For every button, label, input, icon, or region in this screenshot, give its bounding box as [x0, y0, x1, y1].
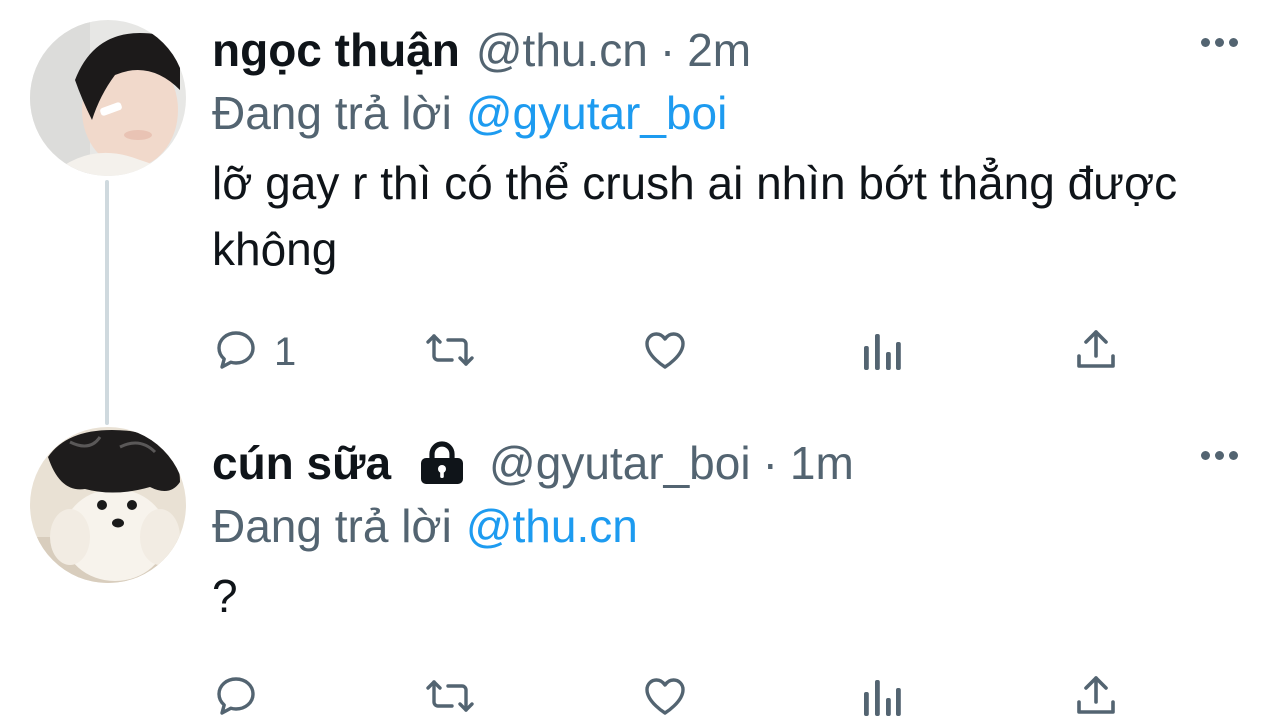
replying-label: Đang trả lời	[212, 87, 452, 139]
timestamp[interactable]: 2m	[687, 23, 751, 77]
retweet-icon	[422, 326, 478, 379]
share-icon	[1072, 326, 1120, 379]
more-icon[interactable]	[1201, 38, 1238, 47]
tweet-1[interactable]: ngọc thuận @thu.cn · 2m Đang trả lời @gy…	[212, 20, 1244, 282]
heart-icon	[640, 326, 690, 379]
share-button[interactable]	[1072, 673, 1120, 723]
thread-line	[105, 180, 109, 425]
display-name[interactable]: cún sữa	[212, 436, 391, 490]
lock-icon	[417, 441, 467, 485]
tweet-text: ?	[212, 570, 238, 622]
reply-icon	[212, 672, 260, 725]
mention-link[interactable]: @gyutar_boi	[466, 86, 728, 140]
replying-to: Đang trả lời @gyutar_boi	[212, 80, 1244, 146]
separator: ·	[762, 437, 778, 489]
like-button[interactable]	[640, 673, 690, 723]
avatar-cun-sua[interactable]	[30, 427, 186, 583]
share-icon	[1072, 672, 1120, 725]
tweet-actions: 1	[212, 327, 1132, 377]
share-button[interactable]	[1072, 327, 1120, 377]
reply-button[interactable]: 1	[212, 327, 296, 377]
analytics-icon	[860, 672, 904, 725]
analytics-button[interactable]	[860, 327, 904, 377]
replying-label: Đang trả lời	[212, 500, 452, 552]
heart-icon	[640, 672, 690, 725]
like-button[interactable]	[640, 327, 690, 377]
replying-to: Đang trả lời @thu.cn	[212, 493, 1244, 559]
reply-count: 1	[274, 329, 297, 374]
timestamp[interactable]: 1m	[790, 436, 854, 490]
tweet-header: cún sữa @gyutar_boi · 1m	[212, 433, 1244, 493]
retweet-icon	[422, 672, 478, 725]
tweet-text: lỡ gay r thì có thể crush ai nhìn bớt th…	[212, 157, 1178, 275]
username[interactable]: @thu.cn	[476, 23, 648, 77]
retweet-button[interactable]	[422, 327, 478, 377]
tweet-actions	[212, 673, 1132, 723]
separator: ·	[659, 24, 676, 76]
tweet-2[interactable]: cún sữa @gyutar_boi · 1m Đang trả lời @t…	[212, 433, 1244, 629]
display-name[interactable]: ngọc thuận	[212, 23, 460, 77]
tweet-header: ngọc thuận @thu.cn · 2m	[212, 20, 1244, 80]
reply-icon	[212, 326, 260, 379]
retweet-button[interactable]	[422, 673, 478, 723]
analytics-icon	[860, 326, 904, 379]
avatar-ngoc-thuan[interactable]	[30, 20, 186, 176]
reply-button[interactable]	[212, 673, 274, 723]
analytics-button[interactable]	[860, 673, 904, 723]
mention-link[interactable]: @thu.cn	[466, 499, 638, 553]
more-icon[interactable]	[1201, 451, 1238, 460]
username[interactable]: @gyutar_boi	[489, 436, 751, 490]
